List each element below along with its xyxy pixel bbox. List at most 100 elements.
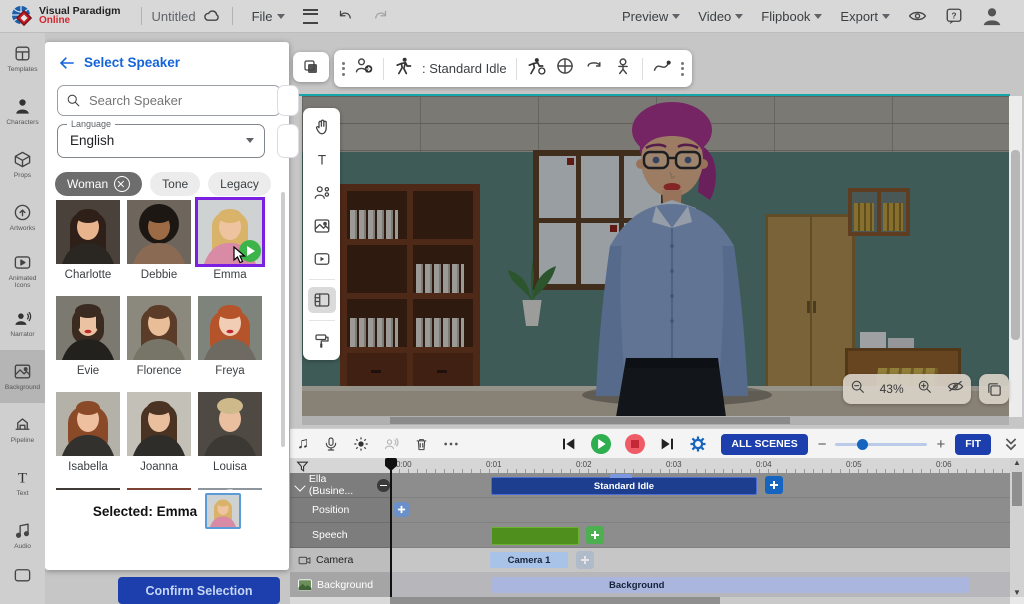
fit-button[interactable]: FIT: [955, 434, 991, 455]
zoom-in-button[interactable]: [917, 379, 933, 400]
timeline-horizontal-scrollbar[interactable]: [390, 597, 1010, 604]
timeline-vertical-scrollbar[interactable]: ▲ ▼: [1010, 458, 1024, 597]
voice-button[interactable]: [323, 436, 339, 452]
scroll-up-arrow[interactable]: ▲: [1013, 459, 1021, 466]
sidebar-item-partial[interactable]: [0, 562, 45, 586]
all-scenes-button[interactable]: ALL SCENES: [721, 434, 807, 455]
image-tool[interactable]: [308, 213, 336, 239]
track-lane-background[interactable]: Background: [390, 573, 1010, 598]
sidebar-item-background[interactable]: Background: [0, 350, 45, 403]
add-animation-button[interactable]: [765, 476, 783, 494]
paint-roller-tool[interactable]: [308, 328, 336, 354]
visibility-button[interactable]: [908, 9, 927, 23]
language-select[interactable]: Language English: [57, 124, 265, 158]
hide-ui-button[interactable]: [947, 379, 964, 399]
speaker-evie[interactable]: Evie: [56, 296, 120, 377]
background-panel-tool[interactable]: [308, 287, 336, 313]
pose-button[interactable]: [393, 56, 413, 81]
preview-menu[interactable]: Preview: [622, 9, 680, 24]
track-lane-speech[interactable]: [390, 523, 1010, 548]
duplicate-scene-button[interactable]: [293, 52, 329, 82]
add-position-button[interactable]: [394, 502, 409, 517]
scenes-panel-button[interactable]: [979, 374, 1009, 404]
chip-tone[interactable]: Tone: [150, 172, 200, 196]
more-button[interactable]: [443, 441, 459, 447]
file-menu[interactable]: File: [252, 9, 285, 24]
filter-icon[interactable]: [296, 460, 309, 473]
brand-logo[interactable]: Visual Paradigm Online: [0, 4, 131, 28]
panel-scrollbar[interactable]: [281, 192, 285, 447]
document-title[interactable]: Untitled: [152, 9, 196, 24]
export-menu[interactable]: Export: [840, 9, 890, 24]
speaker-photo[interactable]: [127, 296, 191, 360]
sidebar-item-artworks[interactable]: Artworks: [0, 191, 45, 244]
speaker-louisa[interactable]: Louisa: [198, 392, 262, 473]
speaker-freya[interactable]: Freya: [198, 296, 262, 377]
timeline-ruler[interactable]: 0:000:010:020:030:040:050:06: [290, 458, 1024, 474]
narration-button[interactable]: [383, 436, 400, 452]
sidebar-item-templates[interactable]: Templates: [0, 32, 45, 85]
sidebar-item-audio[interactable]: Audio: [0, 509, 45, 562]
undo-button[interactable]: [336, 9, 354, 24]
character-tool[interactable]: [308, 180, 336, 206]
camera-clip[interactable]: Camera 1: [490, 552, 568, 568]
sidebar-item-text[interactable]: T Text: [0, 456, 45, 509]
track-label-camera[interactable]: Camera: [290, 548, 390, 573]
sidebar-item-narrator[interactable]: Narrator: [0, 297, 45, 350]
video-tool[interactable]: [308, 246, 336, 272]
background-clip[interactable]: Background: [491, 577, 969, 593]
add-speech-button[interactable]: [586, 526, 604, 544]
speaker-photo[interactable]: [198, 392, 262, 456]
track-lane-position[interactable]: [390, 498, 1010, 523]
speaker-charlotte[interactable]: Charlotte: [56, 200, 120, 281]
speech-clip[interactable]: [491, 527, 579, 545]
track-label-character[interactable]: Ella (Busine...: [290, 473, 390, 498]
scrollbar-thumb[interactable]: [390, 597, 720, 604]
speaker-joanna[interactable]: Joanna: [127, 392, 191, 473]
sidebar-item-animated-icons[interactable]: Animated Icons: [0, 244, 45, 297]
speaker-photo[interactable]: [127, 200, 191, 264]
mute-track-icon[interactable]: [377, 479, 390, 492]
stage-canvas[interactable]: [302, 96, 1009, 417]
timeline-settings-button[interactable]: [689, 435, 707, 453]
scrollbar-thumb[interactable]: [390, 417, 790, 424]
text-tool[interactable]: T: [308, 147, 336, 173]
sidebar-item-props[interactable]: Props: [0, 138, 45, 191]
search-input[interactable]: [87, 92, 241, 109]
animation-button[interactable]: [526, 56, 546, 81]
back-arrow-icon[interactable]: [59, 56, 75, 70]
effects-button[interactable]: [353, 436, 369, 452]
speaker-photo[interactable]: [56, 392, 120, 456]
canvas-horizontal-scrollbar[interactable]: [302, 416, 1009, 425]
scroll-down-arrow[interactable]: ▼: [1013, 589, 1021, 596]
speaker-photo[interactable]: [56, 200, 120, 264]
speaker-isabella[interactable]: Isabella: [56, 392, 120, 473]
flipbook-menu[interactable]: Flipbook: [761, 9, 822, 24]
track-lane-character[interactable]: Standard Idle: [390, 473, 1010, 498]
speaker-photo[interactable]: [56, 296, 120, 360]
scale-character-button[interactable]: [613, 56, 633, 81]
speaker-search[interactable]: [57, 85, 281, 116]
position-button[interactable]: [555, 56, 575, 81]
speaker-emma-selected[interactable]: Emma: [198, 200, 262, 281]
timeline-zoom-in[interactable]: +: [936, 436, 945, 453]
stop-button[interactable]: [625, 434, 645, 454]
video-menu[interactable]: Video: [698, 9, 743, 24]
redo-button[interactable]: [372, 9, 390, 24]
skip-end-button[interactable]: [659, 437, 675, 451]
speaker-photo[interactable]: [127, 392, 191, 456]
collapse-chevron-icon[interactable]: [294, 480, 305, 491]
zoom-level[interactable]: 43%: [880, 382, 904, 396]
music-button[interactable]: ♫: [297, 435, 309, 453]
chip-legacy[interactable]: Legacy: [208, 172, 271, 196]
timeline-zoom-out[interactable]: −: [818, 436, 827, 453]
main-menu-button[interactable]: [303, 9, 318, 24]
zoom-out-button[interactable]: [850, 379, 866, 400]
delete-button[interactable]: [414, 436, 429, 452]
more-options-icon[interactable]: [681, 62, 684, 76]
scrollbar-thumb[interactable]: [1011, 150, 1020, 340]
collapse-timeline-button[interactable]: [1005, 438, 1017, 451]
replace-character-button[interactable]: [354, 56, 374, 81]
animation-clip[interactable]: Standard Idle: [491, 477, 757, 495]
speaker-florence[interactable]: Florence: [127, 296, 191, 377]
